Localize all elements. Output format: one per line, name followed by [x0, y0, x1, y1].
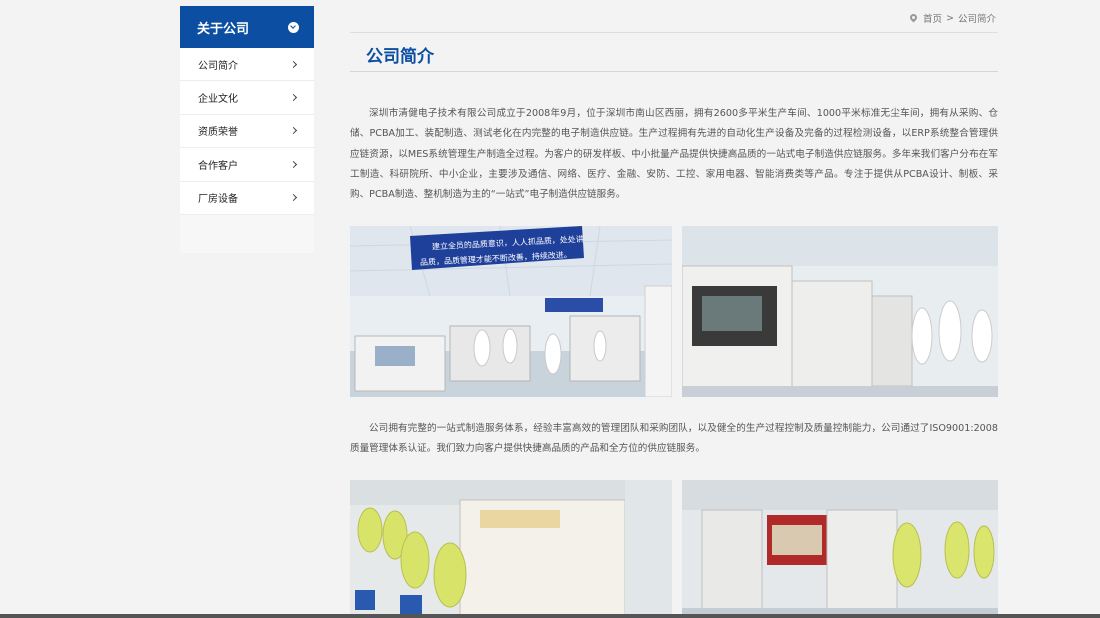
sidebar-item-label: 厂房设备: [198, 194, 238, 206]
service-paragraph: 公司拥有完整的一站式制造服务体系，经验丰富高效的管理团队和采购团队，以及健全的生…: [350, 423, 998, 455]
sidebar-item-label: 资质荣誉: [198, 127, 238, 139]
assembly-photo-1: [350, 480, 672, 618]
sidebar: 关于公司 公司简介 企业文化 资质荣誉 合作客户 厂房设备: [180, 6, 314, 253]
chevron-down-icon[interactable]: [288, 21, 299, 33]
breadcrumb: 首页 > 公司简介: [910, 11, 996, 25]
sidebar-menu: 公司简介 企业文化 资质荣誉 合作客户 厂房设备: [180, 48, 314, 215]
intro-paragraph: 深圳市清健电子技术有限公司成立于2008年9月，位于深圳市南山区西丽，拥有260…: [350, 108, 998, 201]
sidebar-item-partners[interactable]: 合作客户: [180, 148, 314, 182]
sidebar-item-corporate-culture[interactable]: 企业文化: [180, 81, 314, 115]
sidebar-item-factory-equipment[interactable]: 厂房设备: [180, 182, 314, 215]
sidebar-item-label: 合作客户: [198, 160, 238, 172]
workshop-photo-1: 建立全员的品质意识，人人抓品质，处处讲 品质，品质管理才能不断改善，持续改进。: [350, 226, 672, 397]
breadcrumb-home-link[interactable]: 首页: [923, 11, 942, 25]
chevron-right-icon: [289, 160, 298, 168]
divider: [350, 32, 998, 33]
sidebar-item-company-profile[interactable]: 公司简介: [180, 48, 314, 82]
bottom-bar: [0, 614, 1100, 618]
location-pin-icon: [910, 14, 917, 23]
sidebar-item-qualifications[interactable]: 资质荣誉: [180, 115, 314, 149]
sidebar-item-label: 企业文化: [198, 94, 238, 106]
breadcrumb-separator: >: [946, 12, 954, 24]
sidebar-title: 关于公司: [197, 21, 250, 37]
chevron-right-icon: [289, 94, 298, 102]
chevron-right-icon: [289, 194, 298, 202]
sidebar-item-label: 公司简介: [198, 60, 238, 72]
sidebar-header[interactable]: 关于公司: [180, 6, 314, 48]
page-title: 公司简介: [366, 47, 434, 67]
assembly-photo-2: [682, 480, 998, 618]
breadcrumb-current: 公司简介: [957, 14, 996, 25]
chevron-right-icon: [289, 60, 298, 68]
sidebar-footer: [180, 214, 314, 253]
workshop-photo-2: [682, 226, 998, 397]
title-divider: [350, 71, 998, 72]
chevron-right-icon: [289, 127, 298, 135]
